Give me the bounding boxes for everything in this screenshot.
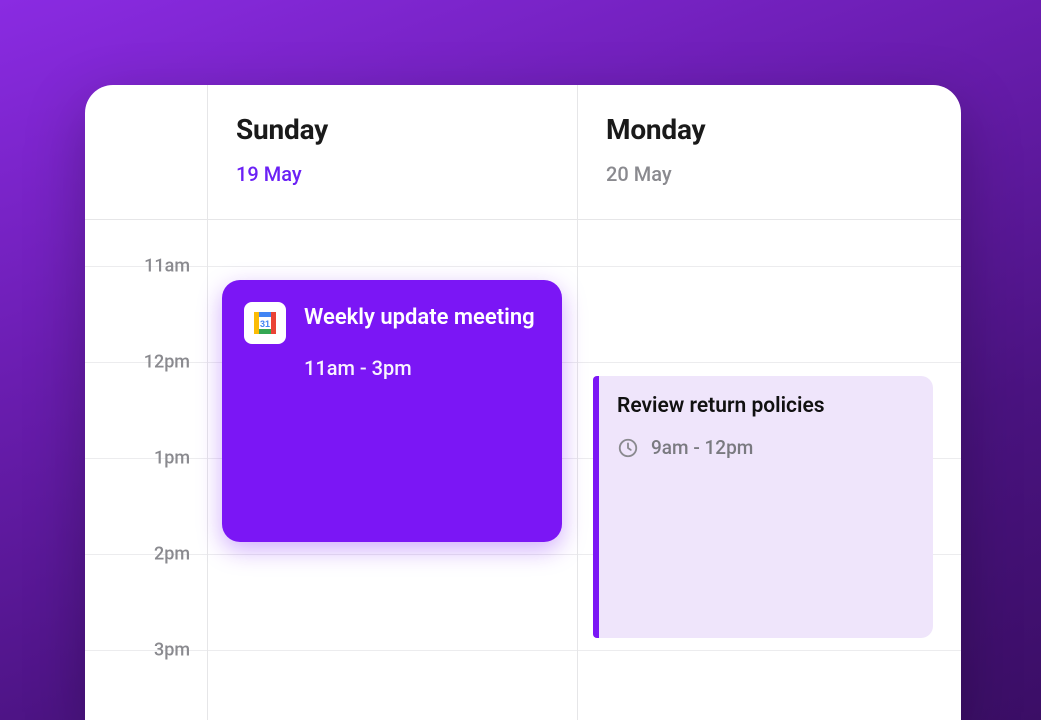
time-label: 2pm <box>85 544 208 565</box>
event-time-row: 9am - 12pm <box>617 436 913 459</box>
day-date: 20 May <box>606 162 920 186</box>
day-name: Monday <box>606 113 920 146</box>
google-calendar-icon: 31 <box>253 311 277 335</box>
clock-icon <box>617 437 639 459</box>
svg-text:31: 31 <box>260 319 270 329</box>
event-body: Weekly update meeting 11am - 3pm <box>304 302 535 520</box>
day-date: 19 May <box>236 162 549 186</box>
event-review-return-policies[interactable]: Review return policies 9am - 12pm <box>593 376 933 638</box>
time-label: 12pm <box>85 352 208 373</box>
calendar-header: Sunday 19 May Monday 20 May <box>85 85 961 220</box>
time-gutter-header <box>85 85 208 219</box>
time-label: 11am <box>85 256 208 277</box>
event-time: 11am - 3pm <box>304 356 535 380</box>
google-calendar-icon: 31 <box>244 302 286 344</box>
app-background: Sunday 19 May Monday 20 May 11am 12pm 1p… <box>0 0 1041 720</box>
time-label: 3pm <box>85 640 208 661</box>
calendar-grid: 11am 12pm 1pm 2pm 3pm 31 <box>85 220 961 720</box>
calendar-card: Sunday 19 May Monday 20 May 11am 12pm 1p… <box>85 85 961 720</box>
time-label: 1pm <box>85 448 208 469</box>
event-title: Review return policies <box>617 394 913 418</box>
day-column-header-sunday[interactable]: Sunday 19 May <box>208 85 578 219</box>
event-title: Weekly update meeting <box>304 302 535 334</box>
event-time: 9am - 12pm <box>651 436 753 459</box>
day-name: Sunday <box>236 113 549 146</box>
day-column-header-monday[interactable]: Monday 20 May <box>578 85 948 219</box>
event-weekly-update-meeting[interactable]: 31 Weekly update meeting 11am - 3pm <box>222 280 562 542</box>
